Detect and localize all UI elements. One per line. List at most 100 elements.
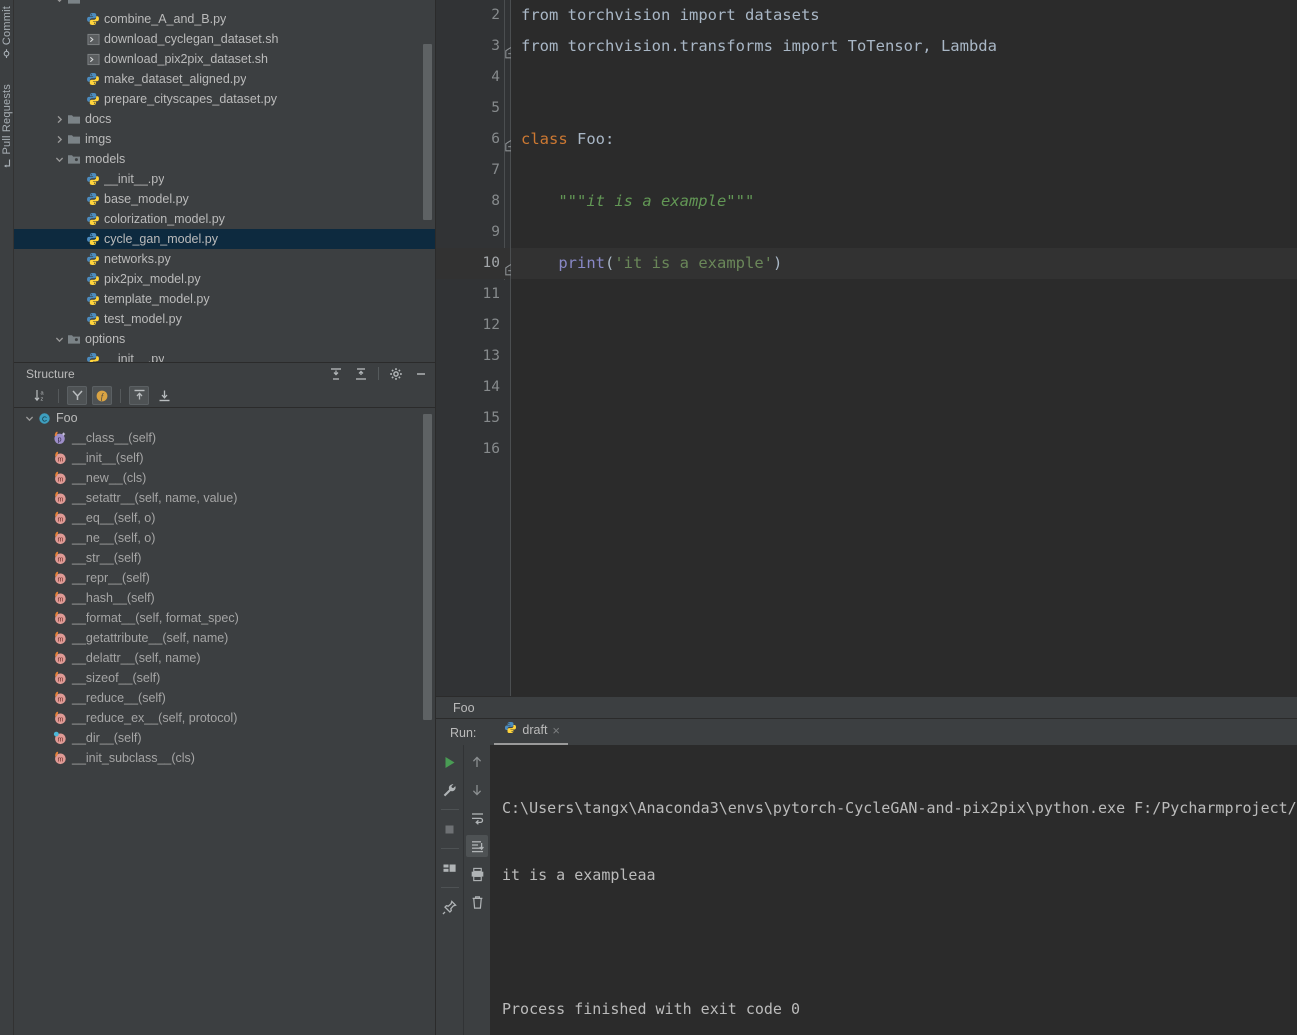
code-line[interactable]: from torchvision.transforms import ToTen…	[511, 31, 1297, 62]
project-tree-item-pix2pix-model-py[interactable]: pix2pix_model.py	[14, 269, 435, 289]
structure-item[interactable]: m __sizeof__(self)	[14, 668, 435, 688]
pin-tab-button[interactable]	[439, 896, 461, 918]
structure-item[interactable]: m __init_subclass__(cls)	[14, 748, 435, 768]
breadcrumb[interactable]: Foo	[436, 696, 1297, 719]
project-tree-item-test-model-py[interactable]: test_model.py	[14, 309, 435, 329]
structure-item[interactable]: m __init__(self)	[14, 448, 435, 468]
project-tree[interactable]: combine_A_and_B.py download_cyclegan_data…	[14, 0, 435, 362]
line-number[interactable]: 3	[436, 31, 516, 62]
chevron-down-icon[interactable]	[52, 335, 66, 344]
project-tree-item-imgs[interactable]: imgs	[14, 129, 435, 149]
structure-item[interactable]: m __reduce__(self)	[14, 688, 435, 708]
structure-item[interactable]: m __dir__(self)	[14, 728, 435, 748]
project-tree-item-cycle-gan-model-py[interactable]: cycle_gan_model.py	[14, 229, 435, 249]
show-fields-icon[interactable]: f	[92, 386, 112, 405]
structure-tree[interactable]: C Foo p __class__(self) m __init__(self) m __ne…	[14, 408, 435, 1035]
project-tree-item-combine-a-and-b-py[interactable]: combine_A_and_B.py	[14, 9, 435, 29]
code-editor[interactable]: 2 3 4 5 6 7 8 9 10 11 12 13 14 15 16 from torchvision …	[436, 0, 1297, 697]
code-line[interactable]: print('it is a example')	[511, 248, 1297, 279]
line-number[interactable]: 14	[436, 372, 510, 403]
project-tree-item-base-model-py[interactable]: base_model.py	[14, 189, 435, 209]
code-line[interactable]: class Foo:	[511, 124, 1297, 155]
project-tree-item-prepare-cityscapes-dataset-py[interactable]: prepare_cityscapes_dataset.py	[14, 89, 435, 109]
project-tree-item-colorization-model-py[interactable]: colorization_model.py	[14, 209, 435, 229]
code-line[interactable]	[511, 62, 1297, 93]
project-tree-item-models[interactable]: models	[14, 149, 435, 169]
gear-icon[interactable]	[388, 366, 404, 382]
project-tree-item[interactable]	[14, 0, 435, 9]
project-tree-item-download-pix2pix-dataset-sh[interactable]: download_pix2pix_dataset.sh	[14, 49, 435, 69]
project-tree-item-docs[interactable]: docs	[14, 109, 435, 129]
stop-button[interactable]	[439, 818, 461, 840]
structure-item[interactable]: C Foo	[14, 408, 435, 428]
project-tree-item--init-py[interactable]: __init__.py	[14, 349, 435, 362]
scroll-to-end-button[interactable]	[466, 835, 488, 858]
structure-item[interactable]: m __reduce_ex__(self, protocol)	[14, 708, 435, 728]
code-line[interactable]	[511, 403, 1297, 434]
line-number[interactable]: 12	[436, 310, 510, 341]
line-number[interactable]: 9	[436, 217, 510, 248]
project-tree-item-options[interactable]: options	[14, 329, 435, 349]
project-tree-item-make-dataset-aligned-py[interactable]: make_dataset_aligned.py	[14, 69, 435, 89]
code-line[interactable]	[511, 434, 1297, 465]
structure-item[interactable]: m __new__(cls)	[14, 468, 435, 488]
expand-all-icon[interactable]	[328, 366, 344, 382]
structure-item[interactable]: m __str__(self)	[14, 548, 435, 568]
line-number[interactable]: 4	[436, 62, 510, 93]
structure-item[interactable]: p __class__(self)	[14, 428, 435, 448]
project-tree-item-networks-py[interactable]: networks.py	[14, 249, 435, 269]
line-number[interactable]: 7	[436, 155, 510, 186]
sidebar-tab-pull-requests[interactable]: Pull Requests	[1, 82, 13, 170]
code-line[interactable]: from torchvision import datasets	[511, 0, 1297, 31]
chevron-down-icon[interactable]	[22, 414, 36, 423]
show-imported-icon[interactable]	[154, 386, 174, 405]
code-line[interactable]: """it is a example"""	[511, 186, 1297, 217]
collapse-all-icon[interactable]	[353, 366, 369, 382]
editor-gutter[interactable]: 2 3 4 5 6 7 8 9 10 11 12 13 14 15 16	[436, 0, 539, 697]
show-inherited-icon[interactable]	[129, 386, 149, 405]
minimize-icon[interactable]	[413, 366, 429, 382]
line-number[interactable]: 15	[436, 403, 510, 434]
chevron-down-icon[interactable]	[52, 155, 66, 164]
structure-item[interactable]: m __ne__(self, o)	[14, 528, 435, 548]
run-tab-draft[interactable]: draft ×	[494, 719, 569, 746]
code-line[interactable]	[511, 155, 1297, 186]
clear-all-button[interactable]	[466, 891, 488, 913]
project-tree-item--init-py[interactable]: __init__.py	[14, 169, 435, 189]
editor-code-area[interactable]: from torchvision import datasets from tor…	[511, 0, 1297, 697]
code-line[interactable]	[511, 372, 1297, 403]
sort-by-visibility-icon[interactable]	[67, 386, 87, 405]
structure-item[interactable]: m __delattr__(self, name)	[14, 648, 435, 668]
up-the-stack-trace-button[interactable]	[466, 751, 488, 773]
soft-wrap-button[interactable]	[466, 807, 488, 829]
line-number[interactable]: 6	[436, 124, 516, 155]
print-button[interactable]	[466, 863, 488, 885]
project-tree-scrollbar[interactable]	[423, 44, 432, 220]
line-number[interactable]: 5	[436, 93, 510, 124]
code-line[interactable]	[511, 279, 1297, 310]
structure-item[interactable]: m __repr__(self)	[14, 568, 435, 588]
structure-scrollbar[interactable]	[423, 414, 432, 720]
edit-configuration-button[interactable]	[439, 779, 461, 801]
layout-settings-button[interactable]	[439, 857, 461, 879]
line-number[interactable]: 2	[436, 0, 510, 31]
structure-item[interactable]: m __setattr__(self, name, value)	[14, 488, 435, 508]
code-line[interactable]	[511, 310, 1297, 341]
sidebar-tab-commit[interactable]: Commit	[1, 4, 13, 60]
code-line[interactable]	[511, 217, 1297, 248]
chevron-down-icon[interactable]	[52, 0, 66, 4]
chevron-right-icon[interactable]	[52, 135, 66, 144]
sort-alphabetically-icon[interactable]: a z	[30, 386, 50, 405]
line-number[interactable]: 10	[436, 248, 539, 279]
line-number[interactable]: 16	[436, 434, 510, 465]
run-console-output[interactable]: C:\Users\tangx\Anaconda3\envs\pytorch-Cy…	[490, 745, 1297, 1035]
line-number[interactable]: 11	[436, 279, 510, 310]
close-icon[interactable]: ×	[552, 723, 560, 738]
project-tree-item-download-cyclegan-dataset-sh[interactable]: download_cyclegan_dataset.sh	[14, 29, 435, 49]
structure-item[interactable]: m __hash__(self)	[14, 588, 435, 608]
structure-item[interactable]: m __getattribute__(self, name)	[14, 628, 435, 648]
chevron-right-icon[interactable]	[52, 115, 66, 124]
structure-item[interactable]: m __format__(self, format_spec)	[14, 608, 435, 628]
structure-item[interactable]: m __eq__(self, o)	[14, 508, 435, 528]
code-line[interactable]	[511, 93, 1297, 124]
